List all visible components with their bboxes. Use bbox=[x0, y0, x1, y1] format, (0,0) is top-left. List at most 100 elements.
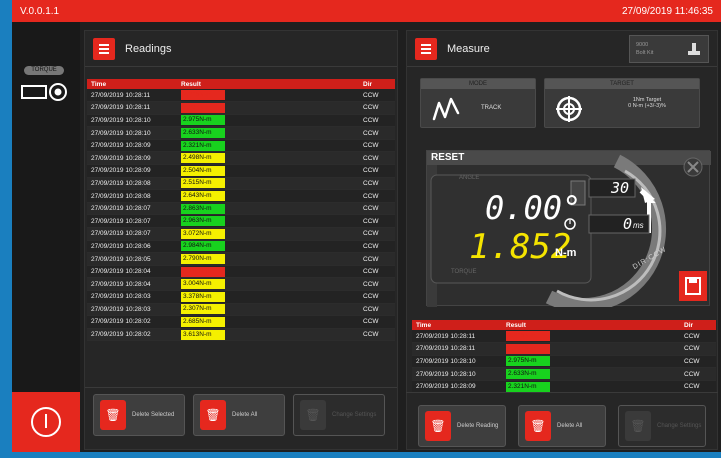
tool-selector[interactable]: 9000 Bolt Kit bbox=[629, 34, 709, 63]
table-row[interactable]: 27/09/2019 10:28:11 2.245N-m CCW bbox=[87, 89, 395, 103]
table-row[interactable]: 27/09/2019 10:28:11 2.245N-m CCW bbox=[412, 330, 716, 344]
col-time[interactable]: Time bbox=[87, 79, 177, 89]
delete-reading-label: Delete Reading bbox=[457, 423, 499, 429]
target-icon bbox=[556, 96, 582, 122]
measure-delete-all-button[interactable]: 🗑 Delete All bbox=[518, 405, 606, 447]
row-dir: CCW bbox=[359, 252, 395, 266]
result-chip: 2.633N-m bbox=[181, 128, 225, 139]
table-row[interactable]: 27/09/2019 10:28:07 2.863N-m CCW bbox=[87, 202, 395, 216]
table-row[interactable]: 27/09/2019 10:28:11 2.237N-m CCW bbox=[412, 342, 716, 356]
result-chip: 3.613N-m bbox=[181, 329, 225, 340]
table-row[interactable]: 27/09/2019 10:28:05 2.790N-m CCW bbox=[87, 252, 395, 266]
measure-col-time[interactable]: Time bbox=[412, 320, 502, 330]
row-dir: CCW bbox=[359, 303, 395, 317]
row-dir: CCW bbox=[359, 315, 395, 329]
measure-menu-button[interactable] bbox=[415, 37, 437, 60]
table-row[interactable]: 27/09/2019 10:28:10 2.633N-m CCW bbox=[412, 367, 716, 381]
measure-change-settings-label: Change Settings bbox=[657, 423, 702, 429]
col-result[interactable]: Result bbox=[177, 79, 359, 89]
measure-header: Measure 9000 Bolt Kit bbox=[407, 31, 717, 67]
row-result-cell: 2.245N-m bbox=[502, 330, 680, 344]
delete-all-button[interactable]: 🗑 Delete All bbox=[193, 394, 285, 436]
table-row[interactable]: 27/09/2019 10:28:02 2.685N-m CCW bbox=[87, 315, 395, 329]
table-row[interactable]: 27/09/2019 10:28:10 2.633N-m CCW bbox=[87, 126, 395, 140]
table-row[interactable]: 27/09/2019 10:28:08 2.515N-m CCW bbox=[87, 177, 395, 191]
row-result-cell: 2.963N-m bbox=[177, 214, 359, 229]
result-chip: 2.504N-m bbox=[181, 165, 225, 176]
power-icon bbox=[31, 407, 61, 437]
row-time: 27/09/2019 10:28:04 bbox=[87, 277, 177, 291]
table-row[interactable]: 27/09/2019 10:28:09 2.498N-m CCW bbox=[87, 151, 395, 166]
row-dir: CCW bbox=[359, 189, 395, 203]
mode-caption: MODE bbox=[421, 79, 535, 89]
row-dir: CCW bbox=[359, 328, 395, 342]
row-dir: CCW bbox=[359, 114, 395, 128]
result-chip: 2.863N-m bbox=[181, 203, 225, 214]
row-result-cell: 2.504N-m bbox=[177, 164, 359, 178]
measure-col-dir[interactable]: Dir bbox=[680, 320, 716, 330]
table-row[interactable]: 27/09/2019 10:28:07 2.963N-m CCW bbox=[87, 214, 395, 229]
target-line2: 0 N-m (+3/-3)% bbox=[628, 103, 666, 109]
table-row[interactable]: 27/09/2019 10:28:04 3.004N-m CCW bbox=[87, 277, 395, 291]
row-time: 27/09/2019 10:28:08 bbox=[87, 189, 177, 203]
result-chip: 2.237N-m bbox=[181, 102, 225, 113]
row-result-cell: 3.004N-m bbox=[177, 277, 359, 291]
row-dir: CCW bbox=[359, 177, 395, 191]
table-row[interactable]: 27/09/2019 10:28:10 2.975N-m CCW bbox=[87, 114, 395, 128]
table-row[interactable]: 27/09/2019 10:28:03 3.378N-m CCW bbox=[87, 290, 395, 304]
table-row[interactable]: 27/09/2019 10:28:09 2.321N-m CCW bbox=[87, 139, 395, 153]
row-time: 27/09/2019 10:28:10 bbox=[412, 355, 502, 369]
table-row[interactable]: 27/09/2019 10:28:04 2.110N-m CCW bbox=[87, 265, 395, 279]
measure-title: Measure bbox=[447, 42, 490, 55]
row-result-cell: 2.321N-m bbox=[177, 139, 359, 153]
result-chip: 2.110N-m bbox=[181, 266, 225, 277]
row-time: 27/09/2019 10:28:02 bbox=[87, 315, 177, 329]
measure-col-result[interactable]: Result bbox=[502, 320, 680, 330]
row-result-cell: 2.975N-m bbox=[177, 114, 359, 128]
frame-bottom-edge bbox=[0, 452, 721, 458]
readings-table: Time Result Dir 27/09/2019 10:28:11 2.245… bbox=[87, 79, 395, 342]
row-time: 27/09/2019 10:28:11 bbox=[87, 89, 177, 103]
row-dir: CCW bbox=[359, 265, 395, 279]
result-chip: 2.975N-m bbox=[181, 115, 225, 126]
trash-icon: 🗑 bbox=[425, 411, 451, 441]
result-chip: 2.307N-m bbox=[181, 304, 225, 315]
table-row[interactable]: 27/09/2019 10:28:08 2.643N-m CCW bbox=[87, 189, 395, 203]
target-card[interactable]: TARGET 1Nm Target 0 N-m (+3/-3)% bbox=[544, 78, 700, 128]
mode-card[interactable]: MODE TRACK bbox=[420, 78, 536, 128]
table-row[interactable]: 27/09/2019 10:28:06 2.984N-m CCW bbox=[87, 240, 395, 254]
table-row[interactable]: 27/09/2019 10:28:02 3.613N-m CCW bbox=[87, 328, 395, 342]
counter-readout: 30 bbox=[611, 179, 630, 197]
row-dir: CCW bbox=[680, 355, 716, 369]
readings-header: Readings bbox=[85, 31, 397, 67]
col-dir[interactable]: Dir bbox=[359, 79, 395, 89]
row-dir: CCW bbox=[359, 290, 395, 304]
table-row[interactable]: 27/09/2019 10:28:07 3.072N-m CCW bbox=[87, 227, 395, 241]
row-result-cell: 2.643N-m bbox=[177, 189, 359, 203]
measure-change-settings-button[interactable]: 🗑 Change Settings bbox=[618, 405, 706, 447]
delete-reading-button[interactable]: 🗑 Delete Reading bbox=[418, 405, 506, 447]
row-result-cell: 2.237N-m bbox=[177, 101, 359, 115]
row-dir: CCW bbox=[680, 330, 716, 344]
power-button[interactable] bbox=[12, 392, 80, 452]
row-time: 27/09/2019 10:28:10 bbox=[87, 126, 177, 140]
row-dir: CCW bbox=[359, 101, 395, 115]
readings-menu-button[interactable] bbox=[93, 37, 115, 60]
table-row[interactable]: 27/09/2019 10:28:03 2.307N-m CCW bbox=[87, 303, 395, 317]
row-time: 27/09/2019 10:28:02 bbox=[87, 328, 177, 342]
row-result-cell: 2.245N-m bbox=[177, 89, 359, 103]
device-chip: TORQUE bbox=[24, 66, 64, 75]
measure-delete-all-label: Delete All bbox=[557, 423, 583, 429]
table-row[interactable]: 27/09/2019 10:28:10 2.975N-m CCW bbox=[412, 355, 716, 369]
row-result-cell: 2.790N-m bbox=[177, 252, 359, 266]
row-dir: CCW bbox=[359, 277, 395, 291]
row-result-cell: 2.633N-m bbox=[177, 126, 359, 140]
change-settings-button[interactable]: 🗑 Change Settings bbox=[293, 394, 385, 436]
tool-line2: Bolt Kit bbox=[636, 49, 654, 56]
delete-selected-button[interactable]: 🗑 Delete Selected bbox=[93, 394, 185, 436]
row-time: 27/09/2019 10:28:05 bbox=[87, 252, 177, 266]
result-chip: 2.790N-m bbox=[181, 254, 225, 265]
table-row[interactable]: 27/09/2019 10:28:09 2.504N-m CCW bbox=[87, 164, 395, 178]
result-chip: 2.963N-m bbox=[181, 216, 225, 227]
table-row[interactable]: 27/09/2019 10:28:11 2.237N-m CCW bbox=[87, 101, 395, 115]
